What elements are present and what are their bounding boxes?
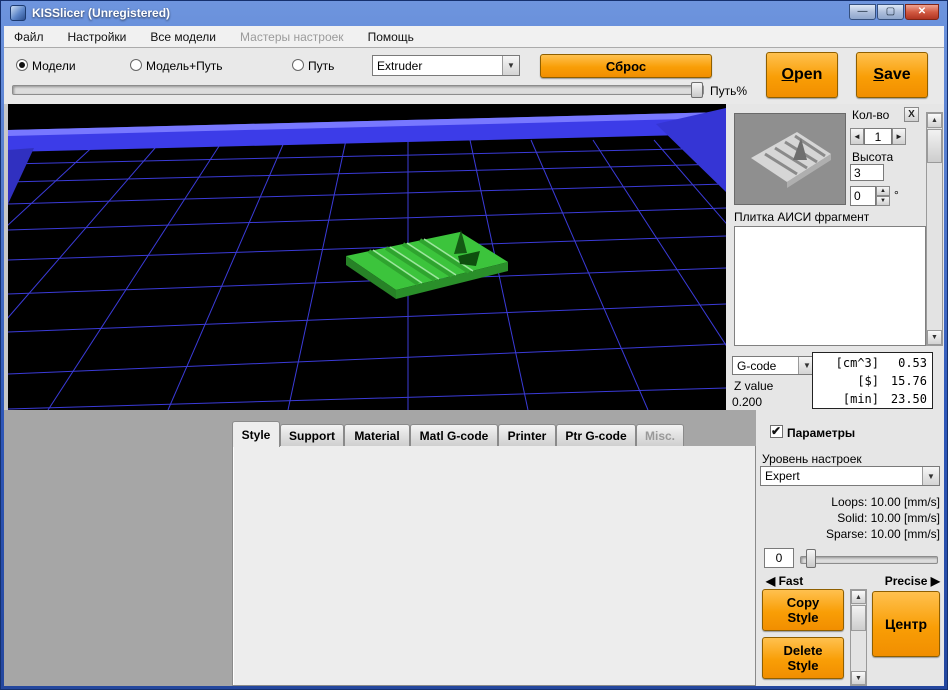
- tab-printer[interactable]: Printer: [498, 424, 556, 446]
- radio-model-path-label: Модель+Путь: [146, 59, 222, 73]
- speed-solid: Solid: 10.00 [mm/s]: [760, 510, 940, 526]
- stat-value: 0.53: [887, 354, 927, 372]
- menu-file[interactable]: Файл: [14, 30, 44, 44]
- chevron-down-icon: ▼: [502, 56, 519, 75]
- rotation-down-icon[interactable]: ▼: [876, 196, 890, 206]
- reset-button[interactable]: Сброс: [540, 54, 712, 78]
- close-button[interactable]: ✕: [905, 4, 939, 20]
- count-increment-icon[interactable]: ►: [892, 128, 906, 145]
- speed-slider-track[interactable]: [800, 556, 938, 564]
- style-tab-page: [232, 446, 756, 686]
- scroll-down-icon[interactable]: ▼: [851, 671, 866, 685]
- scroll-up-icon[interactable]: ▲: [927, 113, 942, 128]
- gcode-combo-value: G-code: [733, 358, 798, 374]
- count-decrement-icon[interactable]: ◄: [850, 128, 864, 145]
- path-slider-track[interactable]: [12, 85, 704, 95]
- stat-value: 23.50: [887, 390, 927, 408]
- models-scrollbar[interactable]: ▲ ▼: [926, 112, 943, 346]
- model-listbox[interactable]: [734, 226, 926, 346]
- model-thumbnail[interactable]: [734, 113, 846, 205]
- tab-material[interactable]: Material: [344, 424, 410, 446]
- model-thumbnail-render: [735, 114, 845, 204]
- stat-unit: [min]: [843, 390, 879, 408]
- stat-row-time: [min] 23.50: [818, 390, 927, 408]
- viewport-3d[interactable]: [8, 104, 726, 410]
- chevron-down-icon: ▼: [922, 467, 939, 485]
- window-title: KISSlicer (Unregistered): [32, 6, 170, 20]
- models-scrollbar-thumb[interactable]: [927, 129, 942, 163]
- save-button[interactable]: Save: [856, 52, 928, 98]
- app-window: KISSlicer (Unregistered) — ▢ ✕ Файл Наст…: [0, 0, 948, 690]
- scroll-down-icon[interactable]: ▼: [927, 330, 942, 345]
- tab-support[interactable]: Support: [280, 424, 344, 446]
- open-button[interactable]: Open: [766, 52, 838, 98]
- settings-level-combo[interactable]: Expert ▼: [760, 466, 940, 486]
- speed-readout: Loops: 10.00 [mm/s] Solid: 10.00 [mm/s] …: [760, 494, 940, 542]
- precise-label: Precise ▶: [885, 574, 940, 588]
- rotation-input[interactable]: 0: [850, 186, 876, 206]
- rotation-up-icon[interactable]: ▲: [876, 186, 890, 196]
- parameters-checkbox[interactable]: [770, 425, 783, 438]
- tab-matl-gcode[interactable]: Matl G-code: [410, 424, 498, 446]
- menu-wizards: Мастеры настроек: [240, 30, 344, 44]
- path-slider-label: Путь%: [710, 84, 747, 98]
- menubar: Файл Настройки Все модели Мастеры настро…: [4, 26, 944, 48]
- height-input[interactable]: 3: [850, 164, 884, 181]
- stat-row-volume: [cm^3] 0.53: [818, 354, 927, 372]
- z-value: 0.200: [732, 395, 762, 409]
- height-label: Высота: [852, 150, 893, 164]
- speed-sparse: Sparse: 10.00 [mm/s]: [760, 526, 940, 542]
- estimate-stats-box: [cm^3] 0.53 [$] 15.76 [min] 23.50: [812, 352, 933, 409]
- menu-all-models[interactable]: Все модели: [150, 30, 216, 44]
- tab-ptr-gcode[interactable]: Ptr G-code: [556, 424, 636, 446]
- delete-style-button[interactable]: Delete Style: [762, 637, 844, 679]
- extruder-combo-value: Extruder: [373, 58, 502, 74]
- count-input[interactable]: 1: [864, 128, 892, 145]
- style-scrollbar[interactable]: ▲ ▼: [850, 589, 867, 686]
- radio-model-path[interactable]: [130, 59, 142, 71]
- path-slider-thumb[interactable]: [691, 82, 703, 98]
- radio-models-label: Модели: [32, 59, 76, 73]
- speed-scale-labels: ◀ Fast Precise ▶: [766, 574, 940, 588]
- radio-models[interactable]: [16, 59, 28, 71]
- fast-label: ◀ Fast: [766, 574, 803, 588]
- model-close-button[interactable]: X: [904, 107, 919, 122]
- stat-unit: [cm^3]: [836, 354, 879, 372]
- app-icon: [10, 5, 26, 21]
- parameters-checkbox-label: Параметры: [787, 426, 855, 440]
- stat-value: 15.76: [887, 372, 927, 390]
- maximize-button[interactable]: ▢: [877, 4, 904, 20]
- gcode-combo[interactable]: G-code ▼: [732, 356, 816, 375]
- speed-slider-thumb[interactable]: [806, 549, 816, 568]
- speed-value-input[interactable]: 0: [764, 548, 794, 568]
- model-name-label: Плитка АИСИ фрагмент: [734, 210, 869, 224]
- extruder-combo[interactable]: Extruder ▼: [372, 55, 520, 76]
- z-value-label: Z value: [734, 379, 773, 393]
- settings-level-label: Уровень настроек: [762, 452, 862, 466]
- copy-style-button[interactable]: Copy Style: [762, 589, 844, 631]
- radio-path-label: Путь: [308, 59, 334, 73]
- stat-row-cost: [$] 15.76: [818, 372, 927, 390]
- speed-loops: Loops: 10.00 [mm/s]: [760, 494, 940, 510]
- settings-level-combo-value: Expert: [761, 468, 922, 484]
- count-label: Кол-во: [852, 108, 889, 122]
- radio-path[interactable]: [292, 59, 304, 71]
- tab-style[interactable]: Style: [232, 421, 280, 447]
- titlebar[interactable]: KISSlicer (Unregistered) — ▢ ✕: [0, 0, 948, 26]
- minimize-button[interactable]: —: [849, 4, 876, 20]
- stat-unit: [$]: [857, 372, 879, 390]
- tab-misc: Misc.: [636, 424, 684, 446]
- style-scrollbar-thumb[interactable]: [851, 605, 866, 631]
- scroll-up-icon[interactable]: ▲: [851, 590, 866, 604]
- rotation-unit-label: °: [894, 188, 899, 202]
- menu-settings[interactable]: Настройки: [68, 30, 127, 44]
- menu-help[interactable]: Помощь: [368, 30, 414, 44]
- center-button[interactable]: Центр: [872, 591, 940, 657]
